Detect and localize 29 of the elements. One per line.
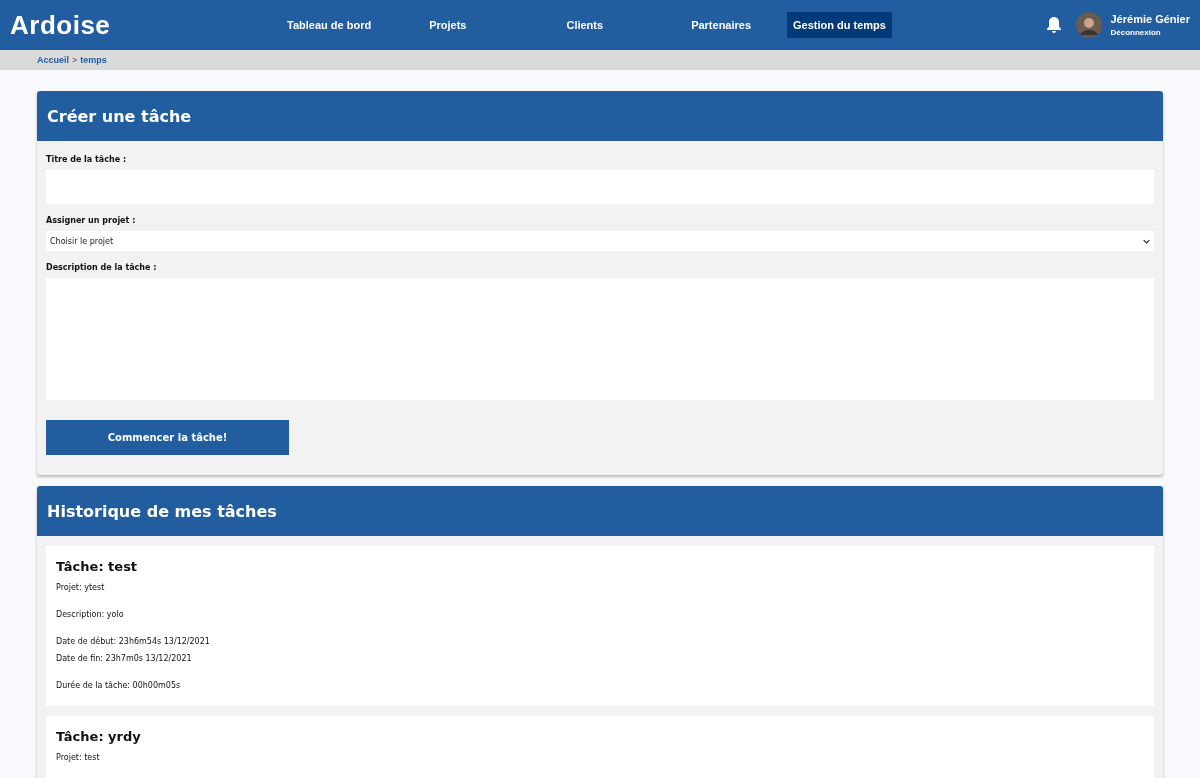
breadcrumb-separator: > <box>72 55 78 65</box>
task-project: Projet: ytest <box>56 582 106 594</box>
project-select[interactable]: Choisir le projet <box>46 231 1154 251</box>
nav-link[interactable]: Tableau de bord <box>281 12 378 38</box>
nav-link[interactable]: Partenaires <box>685 12 758 38</box>
bell-icon[interactable] <box>1045 16 1062 34</box>
task-title: Tâche: yrdy <box>56 729 142 744</box>
task-description: Description: yolo <box>56 609 125 621</box>
task-end-date: Date de fin: 23h7m0s 13/12/2021 <box>56 653 193 665</box>
nav-link[interactable]: Gestion du temps <box>787 12 892 38</box>
app-logo[interactable]: Ardoise <box>10 9 250 41</box>
start-task-button[interactable]: Commencer la tâche! <box>46 420 289 455</box>
field-label: Assigner un projet : <box>46 216 137 225</box>
nav-link[interactable]: Clients <box>560 12 610 38</box>
task-title: Tâche: test <box>56 559 139 574</box>
field-label: Description de la tâche : <box>46 263 158 272</box>
avatar-icon[interactable] <box>1075 12 1102 38</box>
task-project: Projet: test <box>56 752 101 764</box>
nav-link[interactable]: Projets <box>423 12 473 38</box>
field-label: Titre de la tâche : <box>46 155 128 164</box>
chevron-down-icon <box>1143 238 1150 244</box>
breadcrumb-current: temps <box>80 55 107 65</box>
task-duration: Durée de la tâche: 00h00m05s <box>56 680 182 692</box>
panel-title: Créer une tâche <box>37 91 1163 141</box>
task-start-date: Date de début: 23h6m54s 13/12/2021 <box>56 636 211 648</box>
user-name: Jérémie Génier <box>1110 13 1190 25</box>
breadcrumb-link[interactable]: Accueil <box>37 55 69 65</box>
panel-title: Historique de mes tâches <box>37 486 1163 536</box>
logout-link[interactable]: Déconnexion <box>1110 28 1190 37</box>
